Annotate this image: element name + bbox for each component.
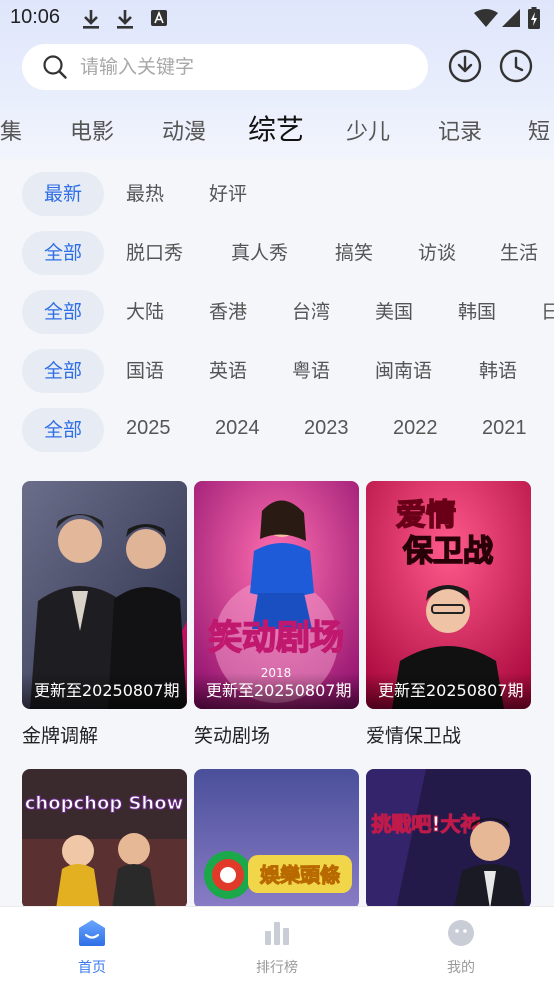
poster-image: 挑戰吧!大神	[366, 769, 531, 909]
search-icon	[43, 55, 67, 79]
show-card[interactable]: chopchop Show	[22, 769, 187, 909]
tab-kids[interactable]: 少儿	[346, 114, 390, 146]
category-tabs: 集 电影 动漫 综艺 少儿 记录 短	[0, 106, 554, 156]
poster-image: 爱情 保卫战 更新至20250807期	[366, 481, 531, 709]
filter-chip[interactable]: 英语	[209, 349, 247, 393]
nav-label: 首页	[78, 960, 106, 976]
filter-chip[interactable]: 真人秀	[231, 231, 288, 275]
filter-row-region: 全部 大陆 香港 台湾 美国 韩国 日	[0, 290, 554, 336]
filter-chip[interactable]: 全部	[22, 408, 104, 452]
tab-documentary-partial[interactable]: 集	[0, 114, 22, 146]
filter-chip[interactable]: 访谈	[418, 231, 456, 275]
nav-home[interactable]: 首页	[32, 907, 152, 984]
download-icon	[83, 10, 99, 29]
show-card[interactable]: 笑动剧场 2018 更新至20250807期 笑动剧场	[194, 481, 359, 747]
show-card[interactable]: 娛樂頭條	[194, 769, 359, 909]
tab-anime[interactable]: 动漫	[162, 114, 206, 146]
search-box[interactable]	[22, 44, 428, 90]
filter-chip[interactable]: 韩国	[458, 290, 496, 334]
update-badge: 更新至20250807期	[366, 673, 531, 709]
filter-row-sort: 最新 最热 好评	[0, 172, 554, 218]
show-card[interactable]: 挑戰吧!大神	[366, 769, 531, 909]
tab-short[interactable]: 短	[528, 114, 550, 146]
show-card[interactable]: 爱情 保卫战 更新至20250807期 爱情保卫战	[366, 481, 531, 747]
filter-chip[interactable]: 香港	[209, 290, 247, 334]
filter-chip[interactable]: 2021	[482, 408, 527, 450]
battery-charging-icon	[528, 7, 540, 29]
filter-row-year: 全部 2025 2024 2023 2022 2021	[0, 408, 554, 454]
filter-chip[interactable]: 国语	[126, 349, 164, 393]
card-title: 笑动剧场	[194, 725, 271, 747]
filter-chip[interactable]: 生活	[500, 231, 538, 275]
update-badge: 更新至20250807期	[22, 673, 187, 709]
poster-image: chopchop Show	[22, 769, 187, 909]
ranking-icon	[265, 922, 289, 945]
poster-logo-text: chopchop Show	[25, 793, 184, 814]
status-bar: 10:06	[0, 0, 554, 40]
filter-chip[interactable]: 2023	[304, 408, 349, 450]
font-icon	[151, 10, 167, 26]
filter-chip[interactable]: 粤语	[292, 349, 330, 393]
filter-chip[interactable]: 脱口秀	[126, 231, 183, 275]
nav-profile[interactable]: 我的	[401, 907, 521, 984]
download-circle-icon[interactable]	[447, 48, 483, 84]
filter-row-genre: 全部 脱口秀 真人秀 搞笑 访谈 生活	[0, 231, 554, 277]
status-time: 10:06	[10, 6, 61, 28]
download-icon	[117, 10, 133, 29]
profile-icon	[448, 920, 474, 946]
poster-image: 笑动剧场 2018 更新至20250807期	[194, 481, 359, 709]
filter-chip[interactable]: 2024	[215, 408, 260, 450]
tab-record[interactable]: 记录	[438, 114, 482, 146]
filter-chip[interactable]: 闽南语	[375, 349, 432, 393]
poster-logo-text: 娛樂頭條	[259, 863, 340, 887]
history-clock-icon[interactable]	[498, 48, 534, 84]
bottom-nav: 首页 排行榜 我的	[0, 906, 554, 984]
filter-chip[interactable]: 台湾	[292, 290, 330, 334]
home-icon	[79, 920, 105, 946]
filter-chip[interactable]: 2022	[393, 408, 438, 450]
filter-chip[interactable]: 全部	[22, 231, 104, 275]
poster-logo-text: 笑动剧场	[208, 618, 344, 658]
filter-chip[interactable]: 好评	[209, 172, 247, 216]
show-card[interactable]: 更新至20250807期 金牌调解	[22, 481, 187, 747]
poster-logo-text: 挑戰吧!大神	[371, 812, 480, 836]
nav-label: 排行榜	[256, 960, 298, 976]
filter-chip[interactable]: 搞笑	[335, 231, 373, 275]
card-title: 爱情保卫战	[366, 725, 462, 747]
poster-logo-text: 爱情	[396, 498, 456, 533]
tab-movie[interactable]: 电影	[70, 114, 114, 146]
signal-icon	[502, 9, 520, 27]
poster-logo-text: 保卫战	[403, 534, 493, 569]
nav-ranking[interactable]: 排行榜	[217, 907, 337, 984]
filter-chip[interactable]: 最新	[22, 172, 104, 216]
filter-chip[interactable]: 韩语	[479, 349, 517, 393]
search-input[interactable]	[80, 52, 410, 82]
poster-art: 挑戰吧!大神	[366, 769, 531, 909]
poster-image: 更新至20250807期	[22, 481, 187, 709]
filter-chip[interactable]: 全部	[22, 349, 104, 393]
filter-chip[interactable]: 日	[541, 290, 554, 334]
filter-chip[interactable]: 美国	[375, 290, 413, 334]
filter-chip[interactable]: 全部	[22, 290, 104, 334]
tab-variety[interactable]: 综艺	[248, 108, 304, 148]
poster-art: 娛樂頭條	[194, 769, 359, 909]
nav-label: 我的	[447, 960, 475, 976]
filter-row-language: 全部 国语 英语 粤语 闽南语 韩语	[0, 349, 554, 395]
card-title: 金牌调解	[22, 725, 99, 747]
wifi-icon	[474, 9, 498, 27]
filter-chip[interactable]: 最热	[126, 172, 164, 216]
update-badge: 更新至20250807期	[194, 673, 359, 709]
poster-image: 娛樂頭條	[194, 769, 359, 909]
filter-chip[interactable]: 2025	[126, 408, 171, 450]
poster-art: chopchop Show	[22, 769, 187, 909]
filter-chip[interactable]: 大陆	[126, 290, 164, 334]
